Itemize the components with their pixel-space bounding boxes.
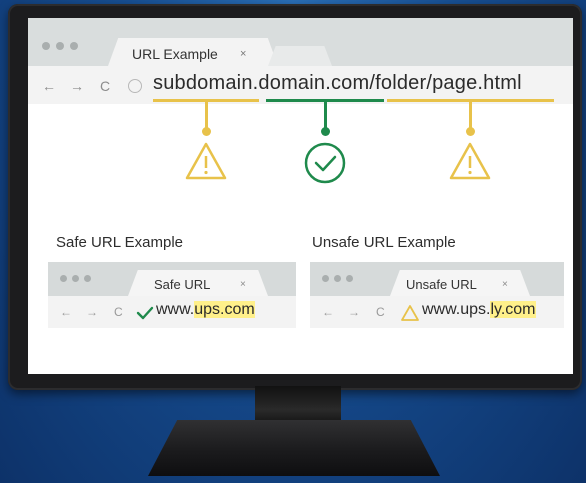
window-control-dot[interactable] (60, 275, 67, 282)
back-arrow-icon[interactable]: ← (42, 78, 56, 94)
window-control-dot[interactable] (84, 275, 91, 282)
reload-icon[interactable]: C (376, 305, 385, 319)
unsafe-url-prefix: www.ups. (422, 301, 491, 318)
forward-arrow-icon[interactable]: → (70, 78, 84, 94)
safe-example-label: Safe URL Example (56, 234, 184, 251)
tab-close-icon[interactable]: × (502, 279, 508, 290)
safe-url[interactable]: www.ups.com (156, 301, 255, 319)
tab-close-icon[interactable]: × (240, 48, 246, 60)
window-control-dot[interactable] (56, 42, 64, 50)
path-pin (466, 127, 475, 136)
unsafe-url-suffix: ly.com (490, 301, 536, 318)
window-control-dot[interactable] (70, 42, 78, 50)
monitor-frame: URL Example × ← → C subdomain.domain.com… (8, 4, 582, 390)
domain-pin (321, 127, 330, 136)
forward-arrow-icon[interactable]: → (348, 305, 360, 319)
reload-icon[interactable]: C (114, 305, 123, 319)
url-domain: domain.com (258, 72, 370, 94)
forward-arrow-icon[interactable]: → (86, 305, 98, 319)
back-arrow-icon[interactable]: ← (60, 305, 72, 319)
domain-connector (324, 102, 327, 130)
monitor-stand-base (148, 420, 440, 476)
check-circle-icon (304, 142, 346, 184)
safe-url-domain: ups.com (194, 301, 255, 318)
back-arrow-icon[interactable]: ← (322, 305, 334, 319)
url-subdomain: subdomain (153, 72, 253, 94)
url-display[interactable]: subdomain.domain.com/folder/page.html (153, 72, 522, 95)
path-connector (469, 102, 472, 130)
reload-icon[interactable]: C (100, 78, 110, 94)
url-path: /folder/page.html (369, 72, 522, 94)
unsafe-example-label: Unsafe URL Example (312, 234, 456, 251)
safe-url-prefix: www. (156, 301, 195, 318)
warning-triangle-icon (401, 305, 419, 321)
window-control-dot[interactable] (42, 42, 50, 50)
window-control-dot[interactable] (72, 275, 79, 282)
tab-close-icon[interactable]: × (240, 279, 246, 290)
new-tab-placeholder[interactable] (268, 46, 332, 66)
window-control-dot[interactable] (334, 275, 341, 282)
warning-triangle-icon (185, 142, 227, 180)
screen: URL Example × ← → C subdomain.domain.com… (28, 18, 573, 374)
safe-tab-title: Safe URL (154, 277, 211, 292)
globe-icon (128, 79, 142, 93)
warning-triangle-icon (449, 142, 491, 180)
unsafe-url[interactable]: www.ups.ly.com (422, 301, 536, 319)
subdomain-connector (205, 102, 208, 130)
window-control-dot[interactable] (322, 275, 329, 282)
unsafe-tab-title: Unsafe URL (406, 277, 477, 292)
window-control-dot[interactable] (346, 275, 353, 282)
checkmark-icon (136, 306, 154, 320)
subdomain-pin (202, 127, 211, 136)
tab-title: URL Example (132, 46, 218, 62)
